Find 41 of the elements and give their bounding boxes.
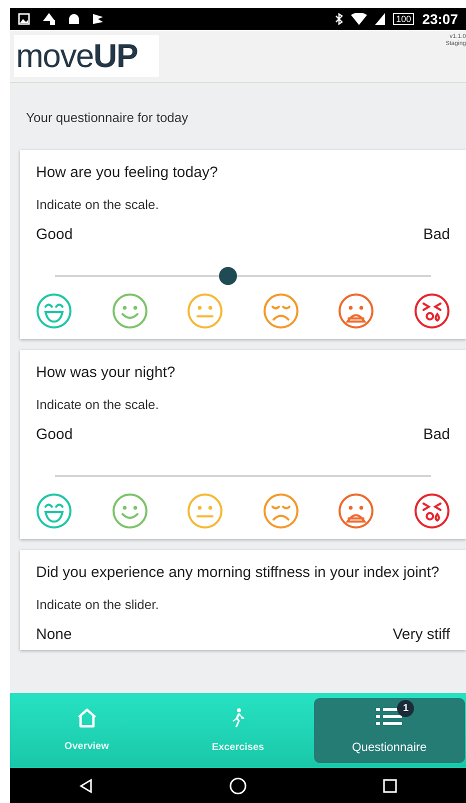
wifi-icon — [351, 13, 368, 25]
face-icon[interactable] — [414, 492, 450, 528]
question-hint: Indicate on the scale. — [36, 196, 160, 212]
scale-high-label: Bad — [423, 426, 450, 444]
face-icon[interactable] — [338, 492, 374, 528]
question-title: How was your night? — [36, 362, 176, 382]
face-icon[interactable] — [262, 492, 299, 528]
home-circle-icon[interactable] — [228, 776, 247, 794]
flag-icon — [92, 13, 104, 25]
face-icon[interactable] — [414, 292, 450, 328]
signal-icon — [375, 13, 386, 25]
logo: moveUP — [14, 35, 159, 77]
recent-apps-icon[interactable] — [382, 778, 398, 794]
question-title: Did you experience any morning stiffness in your index joint? — [36, 562, 440, 582]
face-icon[interactable] — [112, 292, 148, 328]
scale-low-label: Good — [36, 226, 73, 244]
face-icon[interactable] — [36, 492, 72, 528]
clock: 23:07 — [422, 10, 458, 28]
intro-text: Your questionnaire for today — [25, 109, 190, 127]
question-hint: Indicate on the scale. — [36, 396, 160, 412]
face-icon[interactable] — [338, 292, 374, 328]
nav-tab[interactable]: Excercises — [162, 698, 314, 763]
scale-low-label: None — [36, 626, 72, 644]
image-icon — [18, 13, 30, 25]
home-icon — [76, 707, 98, 729]
question-hint: Indicate on the slider. — [36, 596, 160, 612]
notification-badge: 1 — [397, 700, 414, 716]
nav-tab[interactable]: Overview — [11, 698, 162, 763]
bluetooth-icon — [335, 13, 344, 25]
battery-level: 100 — [393, 13, 414, 25]
face-icon[interactable] — [112, 492, 148, 528]
slider-thumb[interactable] — [218, 266, 237, 284]
face-icon[interactable] — [262, 292, 299, 328]
nav-tab[interactable]: 1 Questionnaire — [314, 698, 465, 763]
question-title: How are you feeling today? — [36, 162, 219, 182]
scale-low-label: Good — [36, 426, 73, 444]
back-icon[interactable] — [78, 778, 94, 794]
scale-high-label: Bad — [423, 226, 450, 244]
scale-high-label: Very stiff — [392, 626, 450, 644]
list-icon — [376, 706, 402, 728]
face-icon[interactable] — [36, 292, 72, 328]
